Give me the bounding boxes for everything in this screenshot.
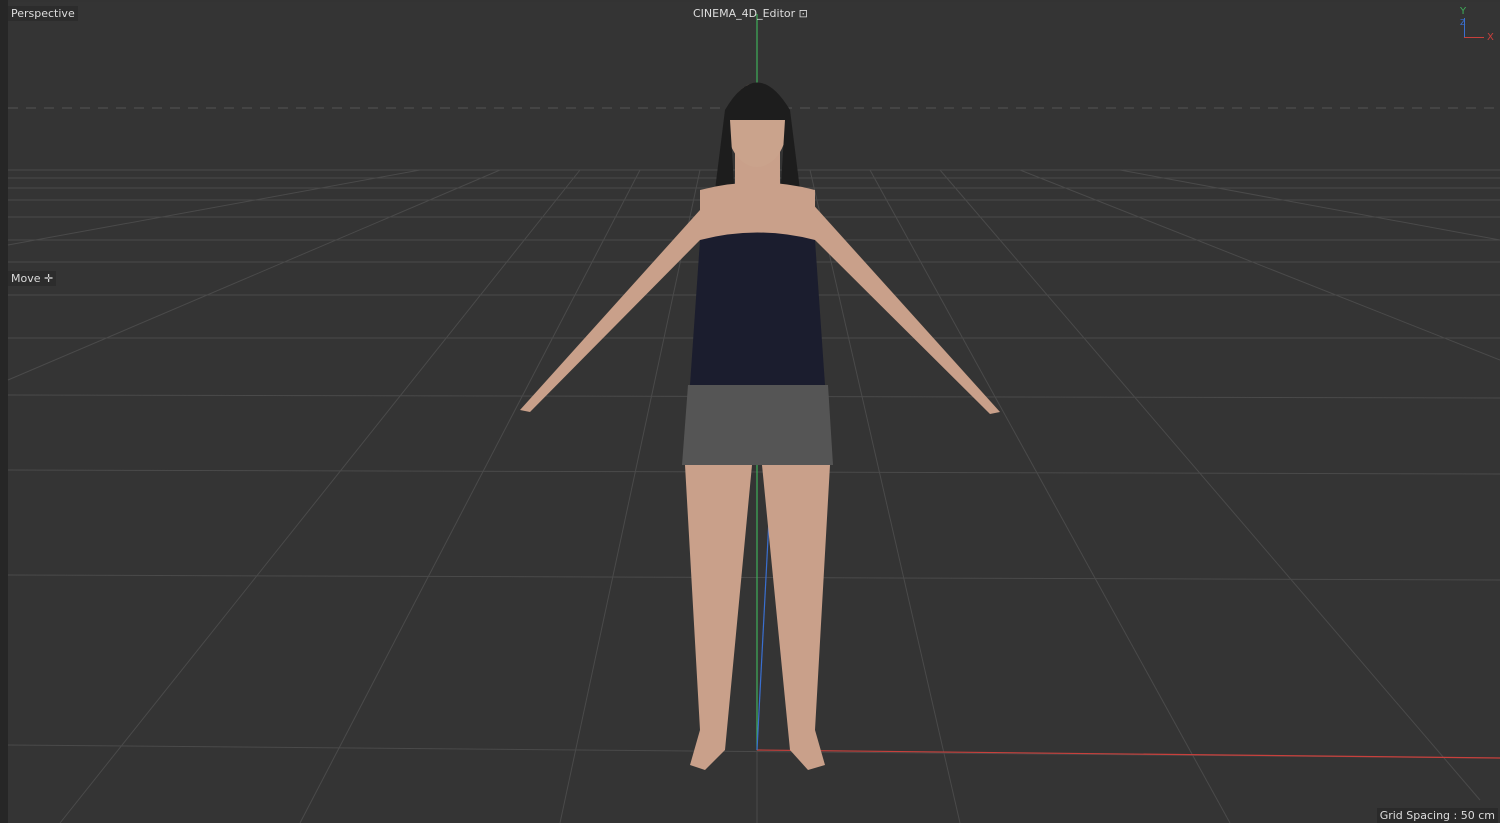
- z-axis-line: [756, 499, 771, 751]
- camera-link-icon: ⊡: [798, 7, 808, 20]
- camera-name-label[interactable]: CINEMA_4D_Editor ⊡: [690, 6, 811, 21]
- scene-canvas: [7, 14, 1500, 823]
- tool-name: Move: [11, 272, 41, 285]
- view-name-label[interactable]: Perspective: [8, 6, 78, 21]
- grid-spacing-label: Grid Spacing : 50 cm: [1376, 808, 1498, 823]
- gizmo-x-label: X: [1487, 32, 1494, 43]
- gizmo-y-label: Y: [1460, 6, 1467, 17]
- camera-name: CINEMA_4D_Editor: [693, 7, 796, 20]
- x-axis-line: [756, 749, 1500, 759]
- character-model: [520, 82, 1000, 770]
- axis-gizmo: Y Z X: [1455, 6, 1500, 46]
- move-icon: ✛: [44, 272, 54, 285]
- active-tool-label: Move ✛: [8, 271, 57, 286]
